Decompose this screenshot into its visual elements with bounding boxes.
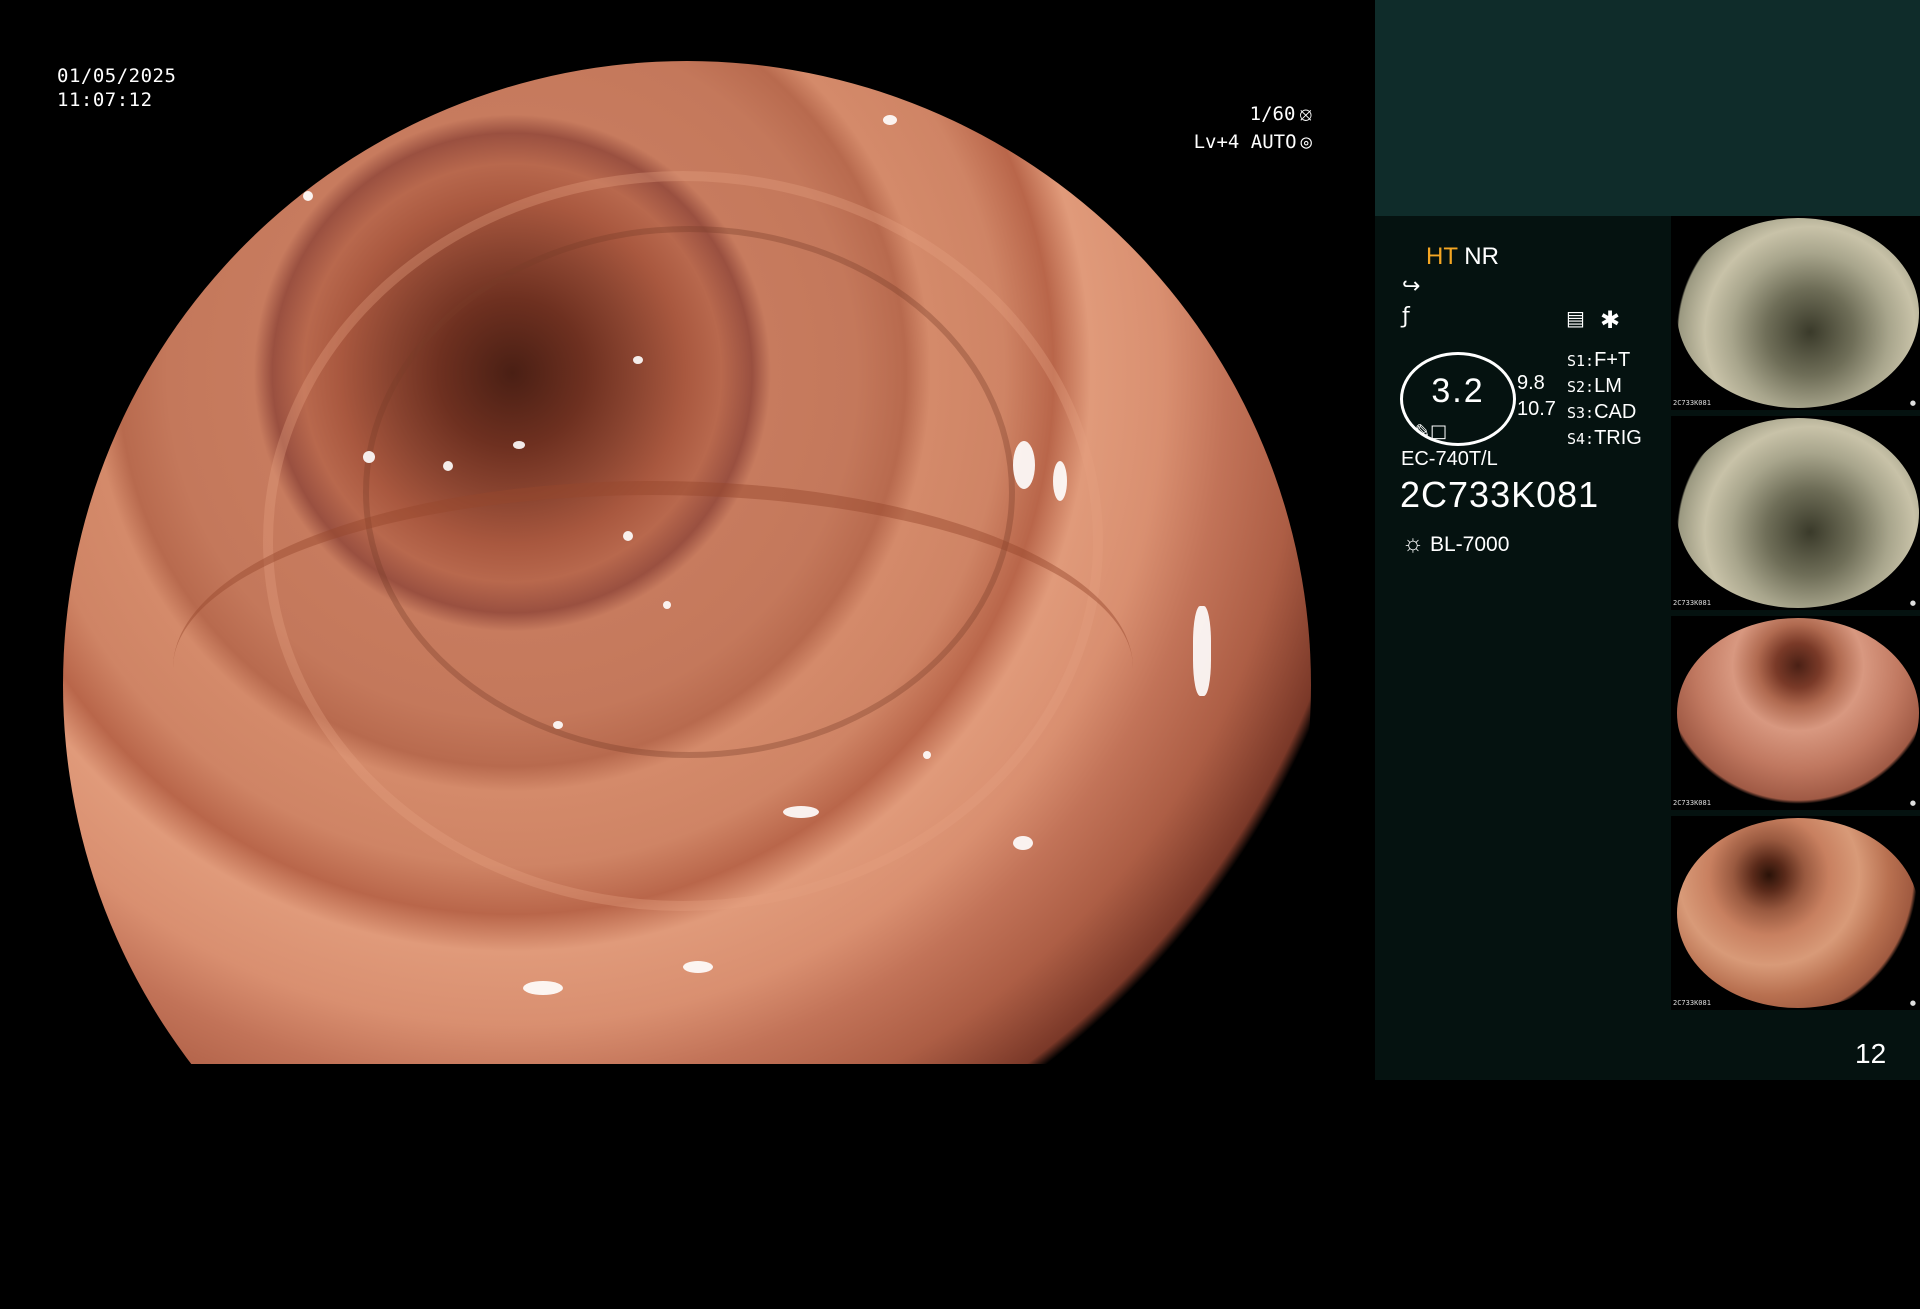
thumbnail-label: 2C733K081 xyxy=(1673,399,1711,407)
slot-value: LM xyxy=(1594,375,1622,397)
specular-highlight xyxy=(663,601,671,609)
thumbnail-marker-icon: ● xyxy=(1909,399,1916,407)
specular-highlight xyxy=(523,981,563,995)
page-number: 12 xyxy=(1855,1038,1887,1069)
menu-icon: ▤ xyxy=(1566,306,1585,330)
scope-model: EC-740T/L xyxy=(1401,448,1498,470)
slot-row: S2:LM xyxy=(1567,374,1642,400)
thumbnail[interactable]: 2C733K081 ● xyxy=(1671,616,1920,810)
timestamp: 01/05/2025 11:07:12 xyxy=(57,64,176,112)
light-source: ☼ BL-7000 xyxy=(1402,530,1509,558)
switch-assignments: S1:F+T S2:LM S3:CAD S4:TRIG xyxy=(1567,348,1642,452)
exposure-info: 1/60 ⦻ Lv+4 AUTO ◎ xyxy=(1194,100,1312,156)
gauge-num-2: 10.7 xyxy=(1517,398,1556,420)
thumbnail-marker-icon: ● xyxy=(1909,599,1916,607)
light-source-label: BL-7000 xyxy=(1430,533,1510,556)
specular-highlight xyxy=(513,441,525,449)
thumbnail-image xyxy=(1677,618,1919,808)
specular-highlight xyxy=(553,721,563,729)
enhancement-icon: ↪ xyxy=(1402,274,1421,299)
specular-highlight xyxy=(363,451,375,463)
specular-highlight xyxy=(1013,836,1033,850)
thumbnail[interactable]: 2C733K081 ● xyxy=(1671,816,1920,1010)
panel-header xyxy=(1375,0,1920,216)
ht-label: HT xyxy=(1426,243,1458,270)
thumbnail-label: 2C733K081 xyxy=(1673,999,1711,1007)
specular-highlight xyxy=(633,356,643,364)
specular-highlight xyxy=(303,191,313,201)
filter-icon: ƒ xyxy=(1402,304,1410,329)
mode-indicator: HT NR xyxy=(1426,243,1499,271)
specular-highlight xyxy=(883,115,897,125)
thumbnail[interactable]: 2C733K081 ● xyxy=(1671,416,1920,610)
slot-value: CAD xyxy=(1594,401,1637,423)
thumbnail-marker-icon: ● xyxy=(1909,799,1916,807)
thumbnail-image xyxy=(1677,818,1919,1008)
specular-highlight xyxy=(783,806,819,818)
specular-highlight xyxy=(923,751,931,759)
asterisk-icon: ✱ xyxy=(1600,306,1621,334)
slot-value: TRIG xyxy=(1594,427,1642,449)
thumbnail-image xyxy=(1677,218,1919,408)
slot-row: S1:F+T xyxy=(1567,348,1642,374)
specular-highlight xyxy=(1013,441,1035,489)
time-text: 11:07:12 xyxy=(57,89,153,111)
specular-highlight xyxy=(1193,606,1211,696)
exposure-level: Lv+4 AUTO xyxy=(1193,131,1297,153)
nr-label: NR xyxy=(1464,243,1499,270)
specular-highlight xyxy=(683,961,713,973)
slot-row: S3:CAD xyxy=(1567,400,1642,426)
thumbnail-marker-icon: ● xyxy=(1909,999,1916,1007)
specular-highlight xyxy=(443,461,453,471)
slot-value: F+T xyxy=(1594,349,1631,371)
scope-serial: 2C733K081 xyxy=(1400,474,1600,515)
gauge-num-1: 9.8 xyxy=(1517,372,1545,394)
haustral-fold xyxy=(173,481,1133,855)
thumbnail[interactable]: 2C733K081 ● xyxy=(1671,216,1920,410)
slot-row: S4:TRIG xyxy=(1567,426,1642,452)
aperture-icon: ⦻ xyxy=(1299,103,1312,125)
shutter-speed: 1/60 xyxy=(1249,103,1296,125)
light-icon: ☼ xyxy=(1402,530,1424,557)
auto-iris-icon: ◎ xyxy=(1300,131,1312,153)
slot-key: S2: xyxy=(1567,378,1595,396)
specular-highlight xyxy=(1053,461,1067,501)
thumbnail-label: 2C733K081 xyxy=(1673,599,1711,607)
slot-key: S4: xyxy=(1567,430,1595,448)
capture-thumbnails: 2C733K081 ● 2C733K081 ● 2C733K081 ● 2C73… xyxy=(1671,216,1920,1016)
specular-highlight xyxy=(623,531,633,541)
slot-key: S1: xyxy=(1567,352,1595,370)
specular-highlight xyxy=(1123,141,1133,151)
slot-key: S3: xyxy=(1567,404,1595,422)
date-text: 01/05/2025 xyxy=(57,65,177,87)
thumbnail-image xyxy=(1677,418,1919,608)
endoscopic-view xyxy=(63,61,1311,1064)
thumbnail-label: 2C733K081 xyxy=(1673,799,1711,807)
pen-icon: ✎□ xyxy=(1415,421,1448,442)
gauge-value: 3.2 xyxy=(1431,372,1485,410)
gauge-numbers: 9.8 10.7 xyxy=(1517,370,1556,422)
